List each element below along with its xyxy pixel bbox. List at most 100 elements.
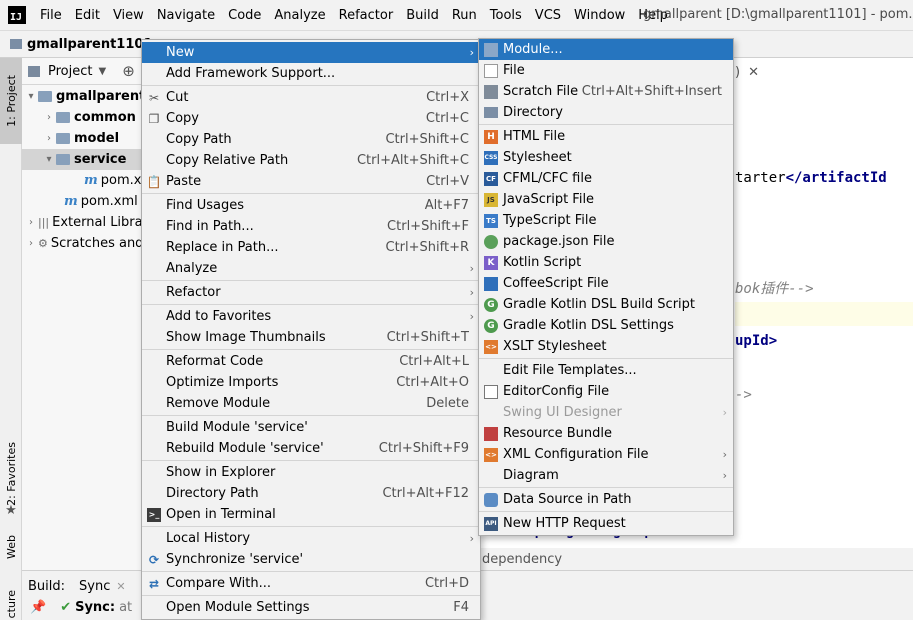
menu-tools[interactable]: Tools — [490, 8, 522, 23]
menu-item-editorconfig-file[interactable]: EditorConfig File — [479, 381, 733, 402]
tree-item-label: External Libra — [52, 215, 143, 230]
menu-item-xslt-stylesheet[interactable]: <> XSLT Stylesheet — [479, 336, 733, 357]
pin-icon[interactable]: 📌 — [30, 600, 46, 615]
menu-item-show-in-explorer[interactable]: Show in Explorer — [142, 462, 480, 483]
menu-item-data-source-in-path[interactable]: Data Source in Path — [479, 489, 733, 510]
chevron-right-icon[interactable]: › — [42, 112, 56, 123]
menu-item-copy[interactable]: ❐ Copy Ctrl+C — [142, 108, 480, 129]
menu-item-optimize-imports[interactable]: Optimize Imports Ctrl+Alt+O — [142, 372, 480, 393]
tool-tab-project[interactable]: 1: Project — [0, 58, 22, 144]
project-panel-title[interactable]: Project — [48, 64, 92, 79]
menu-item-synchronize[interactable]: ⟳ Synchronize 'service' — [142, 549, 480, 570]
menu-build[interactable]: Build — [406, 8, 439, 23]
menu-item-build-module[interactable]: Build Module 'service' — [142, 417, 480, 438]
menu-separator — [142, 460, 480, 461]
chevron-right-icon[interactable]: › — [24, 217, 38, 228]
menu-item-new[interactable]: New › — [142, 42, 480, 63]
menu-item-copy-relative-path[interactable]: Copy Relative Path Ctrl+Alt+Shift+C — [142, 150, 480, 171]
tool-tab-structure[interactable]: cture — [0, 588, 22, 620]
menu-item-shortcut: Ctrl+Shift+R — [385, 240, 470, 255]
menu-item-package-json[interactable]: package.json File — [479, 231, 733, 252]
menu-item-gradle-build-script[interactable]: G Gradle Kotlin DSL Build Script — [479, 294, 733, 315]
menu-item-find-in-path[interactable]: Find in Path... Ctrl+Shift+F — [142, 216, 480, 237]
target-icon[interactable]: ⊕ — [122, 62, 135, 80]
tree-item-service[interactable]: ▾ service — [22, 149, 142, 170]
menu-item-javascript-file[interactable]: JS JavaScript File — [479, 189, 733, 210]
menu-item-label: Module... — [503, 42, 563, 57]
chevron-down-icon[interactable]: ▾ — [42, 154, 56, 165]
tool-tab-web[interactable]: Web — [0, 532, 22, 562]
chevron-down-icon[interactable]: ▼ — [98, 66, 106, 77]
menu-item-new-http-request[interactable]: API New HTTP Request — [479, 513, 733, 534]
menu-item-typescript-file[interactable]: TS TypeScript File — [479, 210, 733, 231]
menu-item-add-framework-support[interactable]: Add Framework Support... — [142, 63, 480, 84]
menu-item-compare-with[interactable]: ⇄ Compare With... Ctrl+D — [142, 573, 480, 594]
menu-item-label: package.json File — [503, 234, 615, 249]
menu-item-directory-path[interactable]: Directory Path Ctrl+Alt+F12 — [142, 483, 480, 504]
menu-window[interactable]: Window — [574, 8, 625, 23]
chevron-right-icon[interactable]: › — [42, 133, 56, 144]
menu-item-stylesheet[interactable]: CSS Stylesheet — [479, 147, 733, 168]
tree-item-scratches[interactable]: › ⚙ Scratches and — [24, 233, 143, 254]
menu-item-remove-module[interactable]: Remove Module Delete — [142, 393, 480, 414]
menu-separator — [142, 415, 480, 416]
menu-item-diagram[interactable]: Diagram › — [479, 465, 733, 486]
menu-run[interactable]: Run — [452, 8, 477, 23]
menu-item-xml-configuration-file[interactable]: <> XML Configuration File › — [479, 444, 733, 465]
chevron-right-icon[interactable]: › — [24, 238, 38, 249]
menu-item-copy-path[interactable]: Copy Path Ctrl+Shift+C — [142, 129, 480, 150]
menu-item-label: Gradle Kotlin DSL Settings — [503, 318, 674, 333]
menu-item-reformat-code[interactable]: Reformat Code Ctrl+Alt+L — [142, 351, 480, 372]
sync-status-at: at — [119, 600, 133, 615]
menu-item-directory[interactable]: Directory — [479, 102, 733, 123]
menu-item-replace-in-path[interactable]: Replace in Path... Ctrl+Shift+R — [142, 237, 480, 258]
menu-item-refactor[interactable]: Refactor › — [142, 282, 480, 303]
menu-view[interactable]: View — [113, 8, 144, 23]
chevron-down-icon[interactable]: ▾ — [24, 91, 38, 102]
menu-item-file[interactable]: File — [479, 60, 733, 81]
menu-item-add-to-favorites[interactable]: Add to Favorites › — [142, 306, 480, 327]
menu-edit[interactable]: Edit — [75, 8, 100, 23]
menu-item-cut[interactable]: ✂ Cut Ctrl+X — [142, 87, 480, 108]
code-groupid: upId> — [735, 333, 778, 349]
menu-item-local-history[interactable]: Local History › — [142, 528, 480, 549]
close-icon[interactable]: ✕ — [116, 580, 125, 593]
menu-item-kotlin-script[interactable]: K Kotlin Script — [479, 252, 733, 273]
menu-item-paste[interactable]: 📋 Paste Ctrl+V — [142, 171, 480, 192]
menu-item-gradle-settings[interactable]: G Gradle Kotlin DSL Settings — [479, 315, 733, 336]
menu-item-html-file[interactable]: H HTML File — [479, 126, 733, 147]
menu-navigate[interactable]: Navigate — [157, 8, 215, 23]
tree-item-service-pom[interactable]: m pom.xn — [84, 170, 150, 191]
menu-item-edit-file-templates[interactable]: Edit File Templates... — [479, 360, 733, 381]
editor-tab-strip: ) ✕ — [735, 60, 913, 84]
menu-item-label: Find in Path... — [166, 219, 254, 234]
tab-sync[interactable]: Sync — [79, 579, 110, 594]
tree-item-root[interactable]: ▾ gmallparent1 — [24, 86, 154, 107]
tree-item-pom[interactable]: m pom.xml — [64, 191, 138, 212]
tree-item-model[interactable]: › model — [42, 128, 119, 149]
menu-item-find-usages[interactable]: Find Usages Alt+F7 — [142, 195, 480, 216]
tab-close-icon[interactable]: ✕ — [748, 65, 759, 80]
menu-item-show-image-thumbnails[interactable]: Show Image Thumbnails Ctrl+Shift+T — [142, 327, 480, 348]
menu-separator — [142, 571, 480, 572]
menu-item-rebuild-module[interactable]: Rebuild Module 'service' Ctrl+Shift+F9 — [142, 438, 480, 459]
menu-item-shortcut: Ctrl+D — [424, 576, 469, 591]
menu-item-open-in-terminal[interactable]: >_ Open in Terminal — [142, 504, 480, 525]
menu-item-coffeescript-file[interactable]: CoffeeScript File — [479, 273, 733, 294]
menu-item-analyze[interactable]: Analyze › — [142, 258, 480, 279]
menu-item-shortcut: Ctrl+Alt+O — [396, 375, 469, 390]
menu-analyze[interactable]: Analyze — [274, 8, 325, 23]
menu-item-scratch-file[interactable]: Scratch File Ctrl+Alt+Shift+Insert — [479, 81, 733, 102]
menu-item-resource-bundle[interactable]: Resource Bundle — [479, 423, 733, 444]
menu-refactor[interactable]: Refactor — [339, 8, 394, 23]
menu-item-module[interactable]: Module... — [479, 39, 733, 60]
dependency-label[interactable]: dependency — [482, 552, 562, 567]
menu-code[interactable]: Code — [228, 8, 261, 23]
tree-item-common[interactable]: › common — [42, 107, 136, 128]
tree-item-external-libraries[interactable]: › ||| External Libra — [24, 212, 143, 233]
menu-vcs[interactable]: VCS — [535, 8, 561, 23]
menu-item-cfml-file[interactable]: CF CFML/CFC file — [479, 168, 733, 189]
breadcrumb-project[interactable]: gmallparent1101 — [27, 37, 153, 52]
menu-file[interactable]: File — [40, 8, 62, 23]
menu-item-open-module-settings[interactable]: Open Module Settings F4 — [142, 597, 480, 618]
